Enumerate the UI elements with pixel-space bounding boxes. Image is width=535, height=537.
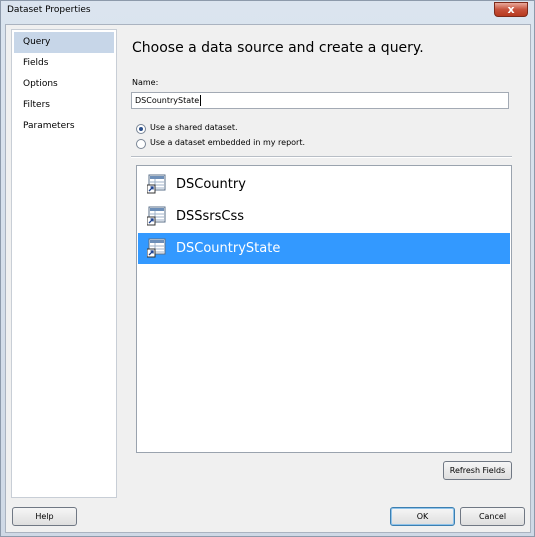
cancel-button[interactable]: Cancel [460, 507, 525, 526]
page-heading: Choose a data source and create a query. [132, 40, 424, 56]
embedded-dataset-label: Use a dataset embedded in my report. [150, 138, 306, 147]
shared-dataset-icon [147, 174, 167, 194]
dataset-item-dscountrystate[interactable]: DSCountryState [138, 233, 510, 264]
close-icon: x [507, 3, 515, 16]
dataset-item-dsssrscss[interactable]: DSSsrsCss [138, 201, 510, 232]
refresh-fields-button[interactable]: Refresh Fields [443, 461, 512, 480]
embedded-dataset-radio[interactable] [136, 139, 146, 149]
window-title: Dataset Properties [7, 5, 91, 15]
title-bar[interactable]: Dataset Properties x [1, 1, 534, 23]
nav-item-fields[interactable]: Fields [14, 53, 114, 74]
separator [131, 156, 512, 158]
name-field-value: DSCountryState [135, 96, 200, 105]
shared-dataset-label: Use a shared dataset. [150, 123, 238, 132]
dataset-item-label: DSCountryState [176, 241, 281, 256]
nav-item-filters[interactable]: Filters [14, 95, 114, 116]
name-field[interactable]: DSCountryState [131, 92, 509, 109]
shared-dataset-icon [147, 206, 167, 226]
shared-dataset-list[interactable]: DSCountry DSSsrsCss DSCountryState [136, 165, 512, 453]
shared-dataset-radio[interactable] [136, 124, 146, 134]
navigation-pane: Query Fields Options Filters Parameters [11, 29, 117, 498]
text-caret [200, 95, 202, 106]
dataset-item-label: DSCountry [176, 177, 246, 192]
ok-button[interactable]: OK [390, 507, 455, 526]
dataset-item-label: DSSsrsCss [176, 209, 245, 224]
dialog-body: Query Fields Options Filters Parameters … [5, 24, 531, 533]
nav-item-query[interactable]: Query [14, 32, 114, 53]
nav-item-parameters[interactable]: Parameters [14, 116, 114, 137]
query-page: Choose a data source and create a query.… [129, 25, 529, 505]
dataset-properties-dialog: Dataset Properties x Query Fields Option… [0, 0, 535, 537]
name-label: Name: [132, 78, 159, 87]
dataset-item-dscountry[interactable]: DSCountry [138, 169, 510, 200]
help-button[interactable]: Help [12, 507, 77, 526]
nav-item-options[interactable]: Options [14, 74, 114, 95]
radio-checked-dot [139, 127, 143, 131]
close-button[interactable]: x [494, 2, 528, 17]
shared-dataset-icon [147, 238, 167, 258]
